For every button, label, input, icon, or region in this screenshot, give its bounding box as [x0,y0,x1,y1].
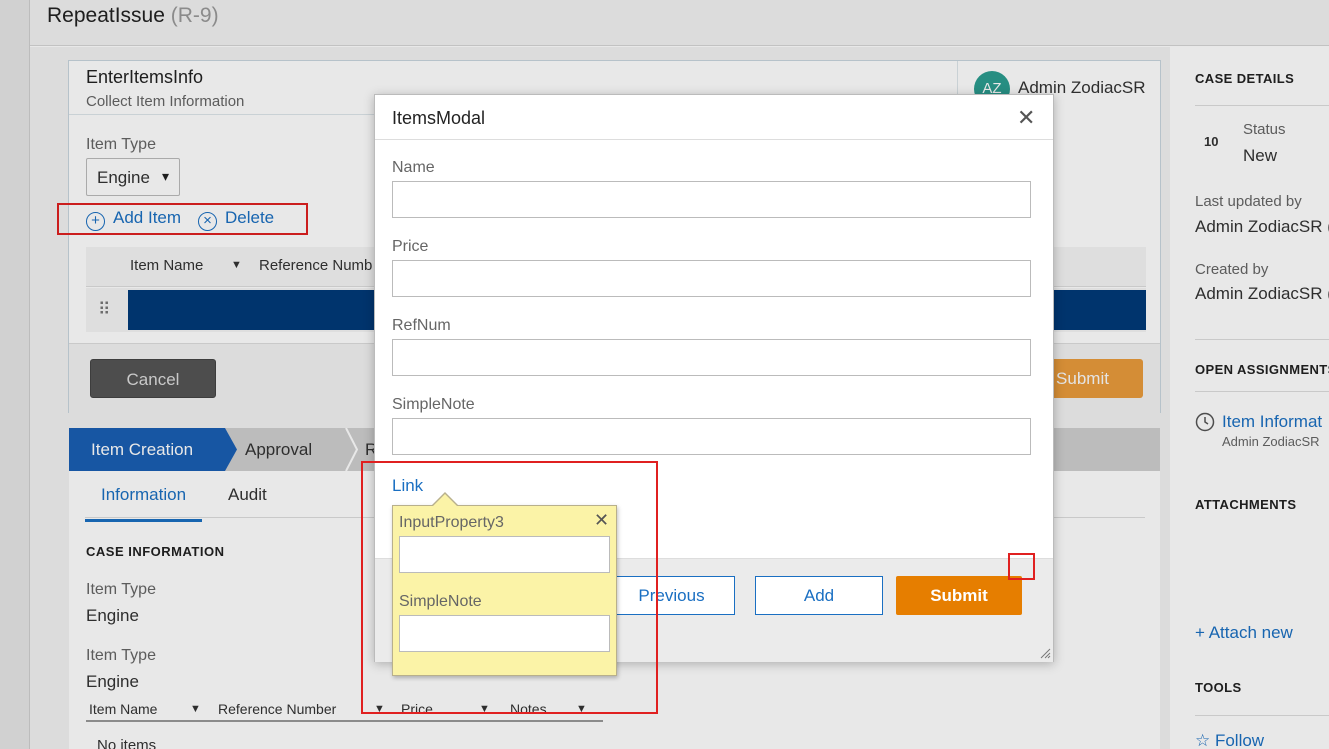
price-input[interactable] [392,260,1031,297]
refnum-label: RefNum [392,317,451,334]
submit-button[interactable]: Submit [896,576,1022,615]
annotation-box-popover [361,461,658,714]
close-icon[interactable]: ✕ [1017,107,1035,129]
simplenote-label: SimpleNote [392,396,475,413]
name-input[interactable] [392,181,1031,218]
modal-title: ItemsModal [392,108,486,128]
simplenote-input[interactable] [392,418,1031,455]
name-label: Name [392,159,435,176]
modal-header: ItemsModal ✕ [375,95,1053,140]
refnum-input[interactable] [392,339,1031,376]
resize-grip-icon[interactable] [1039,647,1051,659]
price-label: Price [392,238,429,255]
add-button[interactable]: Add [755,576,883,615]
annotation-box-corner [1008,553,1035,580]
